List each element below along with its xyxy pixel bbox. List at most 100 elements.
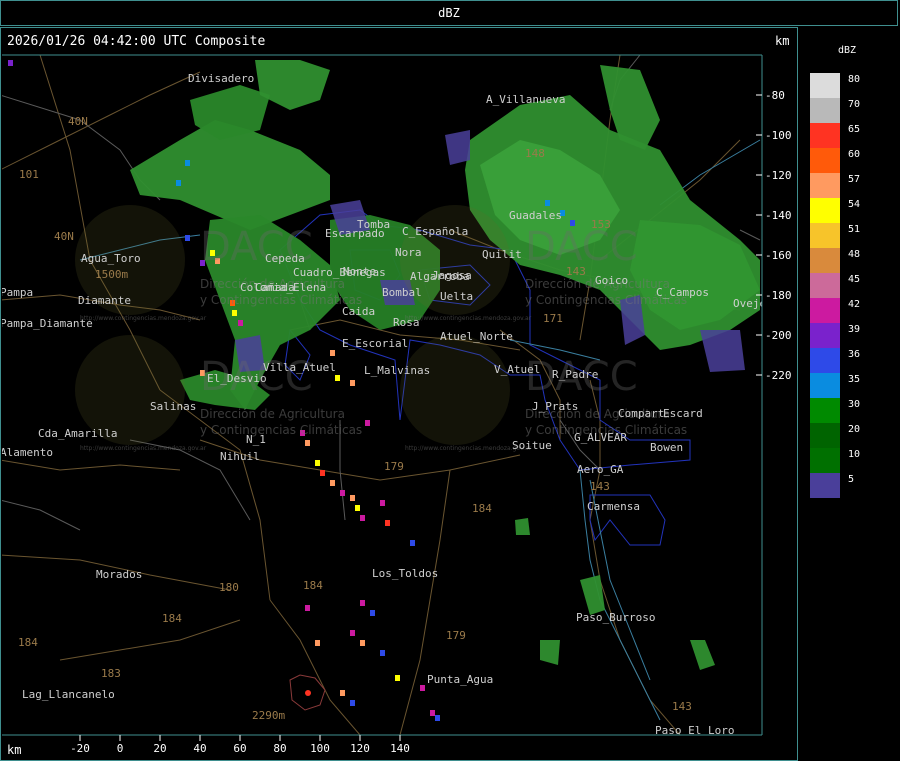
place-label: Atuel_Norte (440, 330, 513, 343)
road-label: 179 (384, 460, 404, 473)
legend-swatch (810, 98, 840, 123)
place-label: Goico (595, 274, 628, 287)
place-label: Uelta (440, 290, 473, 303)
watermark-line1: Dirección de Agricultura (200, 407, 345, 421)
place-label: V_Atuel (494, 363, 540, 376)
radar-cell (435, 715, 440, 721)
watermark-line2: y Contingencias Climáticas (200, 423, 362, 437)
watermark-url: http://www.contingencias.mendoza.gov.ar (80, 445, 207, 452)
km-unit-top: km (775, 34, 790, 48)
y-tick-label: -120 (765, 169, 792, 182)
legend-swatch (810, 273, 840, 298)
place-label: L_Malvinas (364, 364, 430, 377)
place-label: Quilit (482, 248, 522, 261)
echo-fringe (445, 130, 470, 165)
radar-cell (360, 640, 365, 646)
x-tick-label: 100 (310, 742, 330, 755)
legend-swatch (810, 123, 840, 148)
legend-label: 5 (848, 474, 855, 485)
radar-cell (380, 500, 385, 506)
road (59, 619, 241, 661)
road-label: 40N (68, 115, 88, 128)
road-label: 183 (101, 667, 121, 680)
place-label: Caida (342, 305, 375, 318)
radar-cell (385, 520, 390, 526)
legend-swatch (810, 223, 840, 248)
road-label: 184 (18, 636, 38, 649)
radar-cell (330, 480, 335, 486)
watermark-line2: y Contingencias Climáticas (200, 293, 362, 307)
radar-cell (315, 460, 320, 466)
watermark-url: http://www.contingencias.mendoza.gov.ar (80, 315, 207, 322)
y-tick-label: -100 (765, 129, 792, 142)
radar-site-marker (305, 690, 311, 696)
place-label: Monte (343, 265, 376, 278)
legend-label: 54 (848, 199, 861, 210)
radar-cell (360, 515, 365, 521)
legend-swatch (810, 173, 840, 198)
x-tick-label: 60 (233, 742, 246, 755)
timestamp: 2026/01/26 04:42:00 UTC Composite (7, 34, 266, 49)
legend-label: 51 (848, 224, 861, 235)
radar-cell (355, 505, 360, 511)
place-label: Guadales (509, 209, 562, 222)
legend-label: 48 (848, 249, 861, 260)
legend-label: 42 (848, 299, 861, 310)
legend-label: 35 (848, 374, 861, 385)
radar-cell (305, 605, 310, 611)
km-unit-bottom: km (7, 743, 22, 757)
place-label: Nihuil (220, 450, 260, 463)
legend-label: 60 (848, 149, 861, 160)
radar-cell (395, 675, 400, 681)
legend-swatch (810, 298, 840, 323)
radar-cell (380, 650, 385, 656)
place-label: Morados (96, 568, 142, 581)
place-label: Divisadero (188, 72, 254, 85)
place-label: Villa_Atuel (263, 361, 336, 374)
radar-map[interactable]: DACC Dirección de Agricultura y Contingenc… (0, 0, 900, 761)
place-label: Compart (618, 407, 664, 420)
road-label: 143 (566, 265, 586, 278)
legend-swatch (810, 248, 840, 273)
x-tick-label: 80 (273, 742, 286, 755)
radar-cell (185, 160, 190, 166)
x-tick-label: 120 (350, 742, 370, 755)
radar-cell (545, 200, 550, 206)
y-tick-label: -80 (765, 89, 785, 102)
radar-cell (350, 700, 355, 706)
place-label: J_Prats (532, 400, 578, 413)
radar-cell (335, 375, 340, 381)
place-label: Alamento (0, 446, 53, 459)
place-label: G_ALVEAR (574, 431, 627, 444)
watermark-logo: DACC (525, 224, 638, 270)
boundary (739, 229, 761, 241)
place-label: Escard (663, 407, 703, 420)
road-label: 101 (19, 168, 39, 181)
elevation-label: 2290m (252, 709, 285, 722)
legend-swatch (810, 73, 840, 98)
radar-cell (320, 470, 325, 476)
place-label: El_Desvio (207, 372, 267, 385)
radar-cell (176, 180, 181, 186)
radar-cell (365, 420, 370, 426)
y-tick-label: -140 (765, 209, 792, 222)
boundary (2, 499, 81, 531)
place-label: Bowen (650, 441, 683, 454)
echo-area (690, 640, 715, 670)
road (2, 459, 181, 471)
legend-label: 65 (848, 124, 861, 135)
echo-area (515, 518, 530, 535)
radar-cell (8, 60, 13, 66)
place-label: Carmensa (587, 500, 640, 513)
place-label: Paso_Burroso (576, 611, 655, 624)
place-label: Punta_Agua (427, 673, 493, 686)
place-label: Los_Toldos (372, 567, 438, 580)
road-label: 153 (591, 218, 611, 231)
place-label: Diamante (78, 294, 131, 307)
place-label: Lag_Llancanelo (22, 688, 115, 701)
place-label: E_Escorial (342, 337, 408, 350)
place-label: Soitue (512, 439, 552, 452)
road-label: 171 (543, 312, 563, 325)
x-tick-label: 40 (193, 742, 206, 755)
radar-cell (350, 630, 355, 636)
